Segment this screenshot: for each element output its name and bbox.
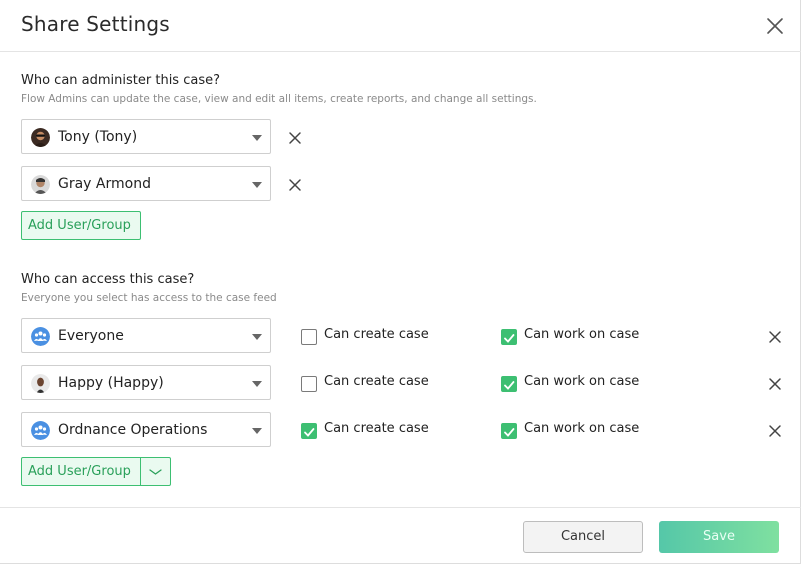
admin-section-description: Flow Admins can update the case, view an… <box>21 93 537 105</box>
save-button[interactable]: Save <box>659 521 779 553</box>
checkmark-icon <box>504 334 515 343</box>
checkmark-icon <box>504 428 515 437</box>
add-admin-label: Add User/Group <box>28 218 131 233</box>
dialog-title: Share Settings <box>21 12 170 36</box>
admin-user-name: Gray Armond <box>58 176 151 192</box>
access-section-title: Who can access this case? <box>21 272 195 287</box>
close-icon[interactable] <box>764 15 786 37</box>
admin-user-select[interactable]: Tony (Tony) <box>21 119 271 154</box>
remove-access-icon[interactable] <box>768 329 782 343</box>
cancel-button[interactable]: Cancel <box>523 521 643 553</box>
access-entry-name: Happy (Happy) <box>58 375 164 391</box>
can-create-label: Can create case <box>324 374 429 389</box>
chevron-down-icon <box>252 428 262 434</box>
checkmark-icon <box>304 428 315 437</box>
group-icon <box>31 421 50 440</box>
can-create-label: Can create case <box>324 327 429 342</box>
share-settings-dialog: Share Settings Who can administer this c… <box>0 0 801 564</box>
remove-admin-icon[interactable] <box>288 130 302 144</box>
can-create-label: Can create case <box>324 421 429 436</box>
remove-admin-icon[interactable] <box>288 177 302 191</box>
can-work-checkbox[interactable] <box>501 376 517 392</box>
can-work-checkbox[interactable] <box>501 329 517 345</box>
can-create-checkbox[interactable] <box>301 376 317 392</box>
chevron-down-icon <box>252 334 262 340</box>
chevron-down-icon <box>149 469 162 475</box>
remove-access-icon[interactable] <box>768 423 782 437</box>
add-admin-button[interactable]: Add User/Group <box>21 211 141 240</box>
checkmark-icon <box>504 381 515 390</box>
person-avatar <box>31 128 50 147</box>
can-work-checkbox[interactable] <box>501 423 517 439</box>
access-entry-name: Ordnance Operations <box>58 422 208 438</box>
access-entry-name: Everyone <box>58 328 124 344</box>
group-icon <box>31 327 50 346</box>
chevron-down-icon <box>252 381 262 387</box>
can-work-label: Can work on case <box>524 327 640 342</box>
can-create-checkbox[interactable] <box>301 423 317 439</box>
person-avatar <box>31 374 50 393</box>
access-select[interactable]: Everyone <box>21 318 271 353</box>
add-access-dropdown[interactable] <box>140 457 171 486</box>
can-create-checkbox[interactable] <box>301 329 317 345</box>
dialog-footer: Cancel Save <box>0 507 801 564</box>
admin-user-name: Tony (Tony) <box>58 129 138 145</box>
can-work-label: Can work on case <box>524 374 640 389</box>
remove-access-icon[interactable] <box>768 376 782 390</box>
add-access-label: Add User/Group <box>28 464 131 479</box>
admin-section-title: Who can administer this case? <box>21 73 220 88</box>
dialog-header: Share Settings <box>0 0 801 52</box>
chevron-down-icon <box>252 135 262 141</box>
chevron-down-icon <box>252 182 262 188</box>
access-select[interactable]: Happy (Happy) <box>21 365 271 400</box>
admin-user-select[interactable]: Gray Armond <box>21 166 271 201</box>
access-select[interactable]: Ordnance Operations <box>21 412 271 447</box>
add-access-button[interactable]: Add User/Group <box>21 457 141 486</box>
person-avatar <box>31 175 50 194</box>
access-section-description: Everyone you select has access to the ca… <box>21 292 277 304</box>
can-work-label: Can work on case <box>524 421 640 436</box>
